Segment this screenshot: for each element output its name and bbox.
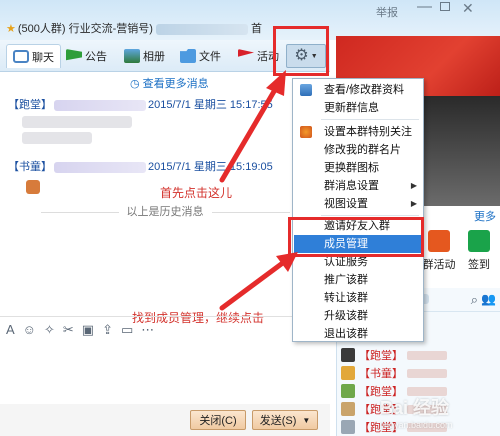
tab-file[interactable]: 文件 [180, 44, 221, 68]
chat-icon [13, 50, 29, 63]
member-name-blur [407, 350, 447, 360]
member-name-blur [407, 368, 447, 378]
menu-item-view-group-info[interactable]: 查看/修改群资料 [294, 81, 423, 99]
flag-icon [238, 49, 254, 57]
group-title: ★ (500人群) 行业交流-营销号) 首 [6, 23, 262, 35]
clock-icon: ◷ [130, 78, 140, 90]
sender-name-blur [54, 99, 146, 111]
title-bar: ★ (500人群) 行业交流-营销号) 首 举报 — ✕ [0, 0, 500, 40]
avatar [341, 402, 355, 416]
menu-item-special-follow[interactable]: 设置本群特别关注 [294, 123, 423, 141]
message-header: 【跑堂】 2015/7/1 星期三 15:17:55 [8, 99, 273, 111]
send-button[interactable]: 发送(S) ▼ [252, 410, 318, 430]
tool-icon[interactable]: ✂ [63, 322, 74, 338]
app-checkin-label: 签到 [468, 259, 490, 271]
album-icon [124, 49, 140, 63]
avatar [341, 366, 355, 380]
menu-item-quit-group[interactable]: 退出该群 [294, 325, 423, 343]
list-item[interactable]: 【跑堂】 [341, 346, 447, 364]
star-icon: ★ [6, 23, 16, 35]
magic-icon[interactable]: ✧ [44, 322, 55, 338]
app-checkin[interactable]: 签到 [461, 230, 497, 272]
info-card-icon [300, 84, 312, 96]
menu-item-edit-card[interactable]: 修改我的群名片 [294, 141, 423, 159]
menu-item-view-settings[interactable]: 视图设置 ▶ [294, 195, 423, 213]
highlight-box-gear [273, 26, 329, 76]
chevron-right-icon: ▶ [410, 181, 417, 190]
more-messages-link[interactable]: ◷ 查看更多消息 [130, 75, 209, 91]
title-blur [155, 23, 248, 35]
minimize-button[interactable]: — [417, 0, 432, 15]
avatar [341, 384, 355, 398]
more-apps-link[interactable]: 更多 [474, 208, 496, 224]
tab-notice[interactable]: 公告 [66, 44, 107, 68]
tab-chat[interactable]: 聊天 [6, 44, 61, 68]
file-icon [180, 49, 196, 63]
tab-file-label: 文件 [199, 51, 221, 63]
search-icon[interactable]: ⌕ [471, 292, 478, 308]
watermark: Bai 经验 jingyan.baidu.com [380, 398, 453, 430]
chevron-down-icon[interactable]: ▼ [302, 416, 310, 425]
font-icon[interactable]: A [6, 322, 15, 337]
follow-icon [300, 126, 312, 138]
sticker-image[interactable] [26, 180, 40, 194]
folder-icon[interactable]: ▭ [121, 322, 133, 338]
annotation-first-step: 首先点击这儿 [160, 186, 233, 200]
close-button[interactable]: 关闭(C) [190, 410, 246, 430]
tab-album-label: 相册 [143, 51, 165, 63]
tab-album[interactable]: 相册 [124, 44, 165, 68]
message-body-blur [22, 116, 132, 128]
people-icon[interactable]: 👥 [481, 292, 496, 306]
tab-chat-label: 聊天 [32, 51, 54, 64]
message-header: 【书童】 2015/7/1 星期三 15:19:05 [8, 161, 273, 173]
sender-name-blur [54, 161, 146, 173]
maximize-button[interactable] [440, 2, 450, 11]
avatar [341, 348, 355, 362]
emoji-icon[interactable]: ☺ [23, 322, 36, 337]
message-body-blur [22, 132, 92, 144]
menu-item-update-info[interactable]: 更新群信息 [294, 99, 423, 117]
report-button[interactable]: 举报 [376, 4, 398, 20]
upload-icon[interactable]: ⇪ [102, 322, 113, 338]
input-toolbar: A ☺ ✧ ✂ ▣ ⇪ ▭ ⋯ 消息 [0, 316, 330, 342]
more-tools-icon[interactable]: ⋯ [141, 322, 154, 338]
bottom-bar: 关闭(C) 发送(S) ▼ [0, 404, 330, 436]
list-item[interactable]: 【书童】 [341, 364, 447, 382]
tab-notice-label: 公告 [85, 51, 107, 63]
highlight-box-member-management [288, 217, 424, 257]
menu-divider [321, 215, 419, 216]
menu-item-change-icon[interactable]: 更换群图标 [294, 159, 423, 177]
checkin-icon [468, 230, 490, 252]
menu-item-promote[interactable]: 推广该群 [294, 271, 423, 289]
notice-icon [66, 49, 82, 61]
chevron-right-icon: ▶ [410, 199, 417, 208]
app-group-activity[interactable]: 群活动 [421, 230, 457, 272]
history-divider: 以上是历史消息 [0, 203, 330, 219]
menu-item-message-settings[interactable]: 群消息设置 ▶ [294, 177, 423, 195]
menu-item-transfer[interactable]: 转让该群 [294, 289, 423, 307]
close-window-button[interactable]: ✕ [462, 0, 474, 17]
avatar [341, 420, 355, 434]
image-icon[interactable]: ▣ [82, 322, 94, 338]
activity-icon [428, 230, 450, 252]
message-input[interactable] [0, 342, 330, 406]
app-group-activity-label: 群活动 [422, 259, 456, 271]
banner-photo [420, 96, 500, 206]
menu-divider [321, 119, 419, 120]
menu-item-upgrade[interactable]: 升级该群 [294, 307, 423, 325]
group-settings-menu: 查看/修改群资料 更新群信息 设置本群特别关注 修改我的群名片 更换群图标 群消… [292, 78, 424, 342]
